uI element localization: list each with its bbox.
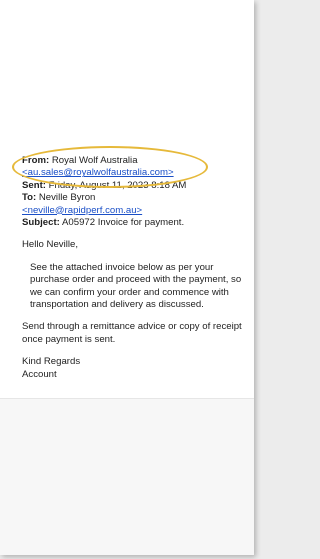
from-label: From: (22, 155, 50, 166)
from-name: Royal Wolf Australia (51, 155, 138, 166)
to-name: Neville Byron (38, 192, 96, 204)
email-content: From: Royal Wolf Australia <au.sales@roy… (22, 155, 248, 381)
sent-line: Sent: Friday, August 11, 2023 8:18 AM (22, 180, 248, 192)
email-card: From: Royal Wolf Australia <au.sales@roy… (0, 0, 254, 555)
signoff: Kind Regards (22, 356, 81, 368)
to-label: To: (22, 192, 37, 204)
body-paragraph-1: See the attached invoice below as per yo… (30, 261, 242, 311)
subject-line: Subject: A05972 Invoice for payment. (22, 217, 248, 229)
blank-panel (0, 399, 254, 555)
from-address-link[interactable]: <au.sales@royalwolfaustralia.com> (22, 167, 174, 178)
subject-label: Subject: (22, 217, 60, 229)
from-address-line: <au.sales@royalwolfaustralia.com> (22, 167, 248, 179)
to-address-line: <neville@rapidperf.com.au> (22, 205, 248, 217)
from-line: From: Royal Wolf Australia (22, 155, 248, 167)
greeting: Hello Neville, (22, 239, 78, 251)
to-address-link[interactable]: <neville@rapidperf.com.au> (22, 205, 142, 216)
sent-label: Sent: (22, 179, 46, 191)
body-paragraph-2: Send through a remittance advice or copy… (22, 321, 242, 345)
subject-value: A05972 Invoice for payment. (62, 217, 185, 229)
sent-value: Friday, August 11, 2023 8:18 AM (48, 179, 187, 191)
to-line: To: Neville Byron (22, 192, 248, 204)
signature: Account (22, 368, 57, 380)
